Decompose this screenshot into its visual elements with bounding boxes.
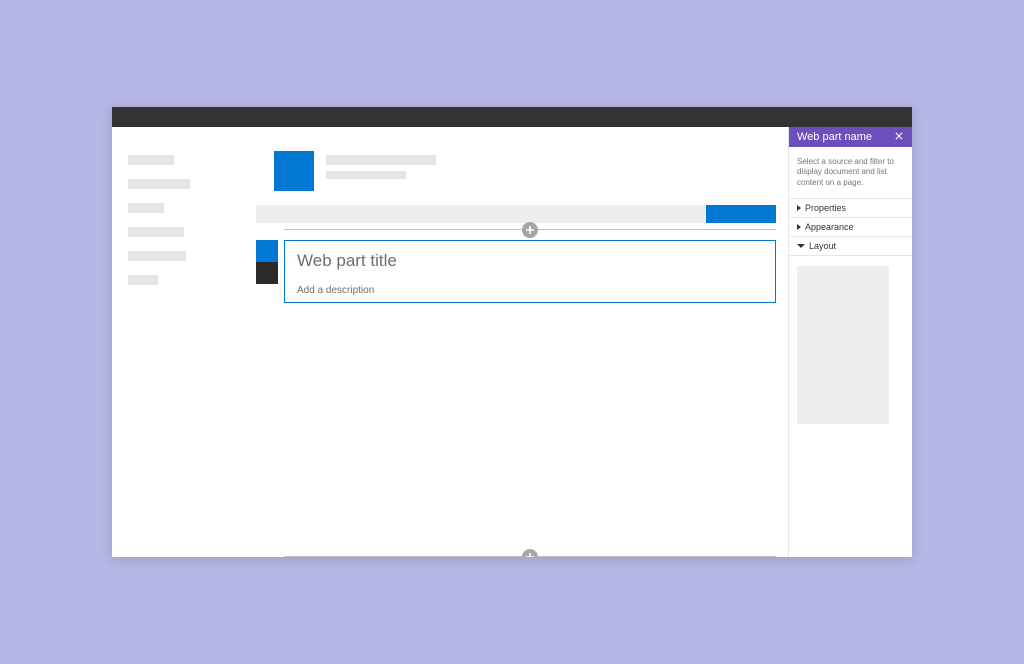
canvas: Web part title Add a description: [256, 229, 776, 557]
add-section-button[interactable]: [522, 549, 538, 557]
webpart-toolbox: [256, 240, 278, 284]
panel-close-button[interactable]: [894, 132, 904, 142]
nav-item-placeholder[interactable]: [128, 275, 158, 285]
panel-section-label: Properties: [805, 203, 846, 213]
chevron-down-icon: [797, 244, 805, 248]
panel-section-properties[interactable]: Properties: [789, 198, 912, 217]
section-divider: [284, 229, 776, 230]
nav-item-placeholder[interactable]: [128, 203, 164, 213]
left-navigation: [112, 127, 256, 557]
page-header: [256, 139, 776, 197]
webpart-frame[interactable]: Web part title Add a description: [284, 240, 776, 303]
panel-section-label: Appearance: [805, 222, 854, 232]
site-subtitle-line: [326, 171, 406, 179]
panel-section-appearance[interactable]: Appearance: [789, 217, 912, 236]
plus-icon: [526, 221, 534, 239]
primary-action-button[interactable]: [706, 205, 776, 223]
panel-header: Web part name: [789, 127, 912, 147]
panel-description: Select a source and filter to display do…: [789, 147, 912, 198]
command-bar-background: [256, 205, 706, 223]
plus-icon: [526, 548, 534, 557]
property-panel: Web part name Select a source and filter…: [788, 127, 912, 557]
app-window: Web part title Add a description We: [112, 107, 912, 557]
move-webpart-button[interactable]: [256, 240, 278, 262]
layout-option-preview[interactable]: [797, 266, 889, 424]
page-command-bar: [256, 205, 776, 223]
chevron-right-icon: [797, 224, 801, 230]
site-title-placeholder: [326, 151, 436, 191]
panel-section-layout[interactable]: Layout: [789, 236, 912, 256]
main-canvas: Web part title Add a description: [256, 127, 788, 557]
webpart-description-input[interactable]: Add a description: [297, 285, 763, 296]
panel-title: Web part name: [797, 131, 872, 143]
delete-webpart-button[interactable]: [256, 262, 278, 284]
panel-section-label: Layout: [809, 241, 836, 251]
chevron-right-icon: [797, 205, 801, 211]
section-divider: [284, 556, 776, 557]
nav-item-placeholder[interactable]: [128, 251, 186, 261]
nav-item-placeholder[interactable]: [128, 227, 184, 237]
nav-item-placeholder[interactable]: [128, 179, 190, 189]
content-row: Web part title Add a description We: [112, 127, 912, 557]
site-title-line: [326, 155, 436, 165]
webpart-title-input[interactable]: Web part title: [297, 251, 763, 271]
close-icon: [895, 131, 903, 143]
window-titlebar: [112, 107, 912, 127]
add-section-button[interactable]: [522, 222, 538, 238]
site-logo-placeholder: [274, 151, 314, 191]
nav-item-placeholder[interactable]: [128, 155, 174, 165]
webpart-editor-row: Web part title Add a description: [284, 240, 776, 546]
panel-layout-body: [789, 256, 912, 557]
